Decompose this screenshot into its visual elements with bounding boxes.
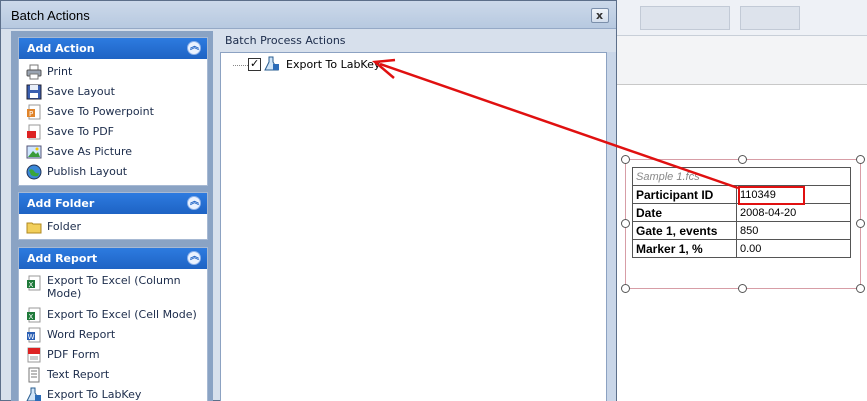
tree-item-checkbox[interactable]: ✓ [248, 57, 261, 71]
report-caption: Sample 1.fcs [632, 167, 851, 186]
picture-icon [26, 145, 42, 159]
text-file-icon [28, 367, 40, 383]
resize-handle[interactable] [621, 284, 630, 293]
powerpoint-icon: P [27, 104, 41, 120]
action-item-label: Word Report [47, 328, 116, 341]
collapse-button[interactable]: ︽ [187, 41, 201, 55]
batch-process-actions-tree[interactable]: ✓ Export To LabKey [220, 52, 607, 401]
action-item-label: PDF Form [47, 348, 100, 361]
group-title: Add Report [27, 252, 98, 265]
excel-icon: X [27, 275, 41, 291]
chevron-up-icon: ︽ [190, 197, 200, 207]
dialog-titlebar[interactable]: Batch Actions x [1, 1, 616, 29]
action-item-export-excel-column[interactable]: X Export To Excel (Column Mode) [19, 273, 207, 305]
action-item-label: Text Report [47, 368, 110, 381]
labkey-icon [264, 56, 279, 71]
folder-icon [26, 222, 42, 234]
report-row-value: 0.00 [736, 239, 851, 258]
action-item-save-to-powerpoint[interactable]: P Save To Powerpoint [19, 102, 207, 122]
report-row: Gate 1, events 850 [632, 221, 851, 240]
svg-text:X: X [29, 313, 34, 321]
collapse-button[interactable]: ︽ [187, 251, 201, 265]
action-item-label: Save As Picture [47, 145, 133, 158]
resize-handle[interactable] [621, 219, 630, 228]
collapse-button[interactable]: ︽ [187, 196, 201, 210]
batch-process-actions-title: Batch Process Actions [225, 34, 346, 47]
group-title: Add Action [27, 42, 95, 55]
report-row-label: Participant ID [632, 185, 737, 204]
action-item-label: Export To Excel (Column Mode) [47, 274, 181, 300]
dialog-right-border [607, 52, 616, 401]
resize-handle[interactable] [856, 284, 865, 293]
action-item-label: Publish Layout [47, 165, 128, 178]
excel-icon: X [27, 307, 41, 323]
action-item-label: Export To LabKey [47, 388, 142, 401]
group-add-action: Add Action ︽ Print Save Layout P Save To… [18, 37, 208, 186]
report-row-value: 850 [736, 221, 851, 240]
floppy-disk-icon [26, 84, 42, 100]
svg-text:X: X [29, 281, 34, 289]
resize-handle[interactable] [621, 155, 630, 164]
background-tab [640, 6, 730, 30]
action-item-print[interactable]: Print [19, 62, 207, 82]
group-header-add-folder[interactable]: Add Folder ︽ [19, 193, 207, 214]
group-title: Add Folder [27, 197, 95, 210]
labkey-icon [26, 387, 41, 401]
group-add-report: Add Report ︽ X Export To Excel (Column M… [18, 247, 208, 401]
report-caption-row: Sample 1.fcs [632, 167, 851, 186]
globe-icon [26, 164, 42, 180]
action-item-publish-layout[interactable]: Publish Layout [19, 162, 207, 182]
action-item-save-as-picture[interactable]: Save As Picture [19, 142, 207, 162]
report-table[interactable]: Sample 1.fcs Participant ID 110349 Date … [632, 167, 851, 258]
action-item-word-report[interactable]: W Word Report [19, 325, 207, 345]
pdf-icon [27, 124, 41, 140]
action-item-text-report[interactable]: Text Report [19, 365, 207, 385]
report-row: Marker 1, % 0.00 [632, 239, 851, 258]
resize-handle[interactable] [856, 219, 865, 228]
close-button[interactable]: x [591, 8, 609, 23]
svg-text:P: P [29, 110, 33, 118]
group-header-add-report[interactable]: Add Report ︽ [19, 248, 207, 269]
action-item-label: Save To PDF [47, 125, 115, 138]
action-item-save-to-pdf[interactable]: Save To PDF [19, 122, 207, 142]
action-item-label: Export To Excel (Cell Mode) [47, 308, 197, 321]
chevron-up-icon: ︽ [190, 252, 200, 262]
background-ribbon-area [612, 36, 867, 84]
tree-item-label[interactable]: Export To LabKey [286, 58, 380, 71]
action-item-export-labkey[interactable]: Export To LabKey [19, 385, 207, 401]
action-item-label: Save Layout [47, 85, 115, 98]
group-header-add-action[interactable]: Add Action ︽ [19, 38, 207, 59]
action-item-folder[interactable]: Folder [19, 217, 207, 237]
batch-actions-dialog: Batch Actions x Add Action ︽ Print Save … [0, 0, 617, 401]
word-icon: W [27, 327, 41, 343]
close-icon: x [596, 9, 604, 22]
background-tab [740, 6, 800, 30]
action-item-export-excel-cell[interactable]: X Export To Excel (Cell Mode) [19, 305, 207, 325]
report-row-label: Gate 1, events [632, 221, 737, 240]
report-row-value: 2008-04-20 [736, 203, 851, 222]
checkmark-icon: ✓ [250, 57, 260, 70]
resize-handle[interactable] [738, 284, 747, 293]
action-item-label: Folder [47, 220, 81, 233]
resize-handle[interactable] [738, 155, 747, 164]
action-item-label: Save To Powerpoint [47, 105, 154, 118]
resize-handle[interactable] [856, 155, 865, 164]
report-row-label: Marker 1, % [632, 239, 737, 258]
svg-text:W: W [28, 333, 35, 341]
printer-icon [26, 64, 42, 80]
group-add-folder: Add Folder ︽ Folder [18, 192, 208, 240]
action-item-label: Print [47, 65, 73, 78]
pdf-form-icon [27, 347, 41, 363]
actions-sidebar: Add Action ︽ Print Save Layout P Save To… [11, 31, 213, 401]
participant-id-highlight [738, 186, 805, 205]
dialog-title: Batch Actions [11, 8, 90, 23]
chevron-up-icon: ︽ [190, 42, 200, 52]
action-item-pdf-form[interactable]: PDF Form [19, 345, 207, 365]
report-row-label: Date [632, 203, 737, 222]
action-item-save-layout[interactable]: Save Layout [19, 82, 207, 102]
report-row: Date 2008-04-20 [632, 203, 851, 222]
